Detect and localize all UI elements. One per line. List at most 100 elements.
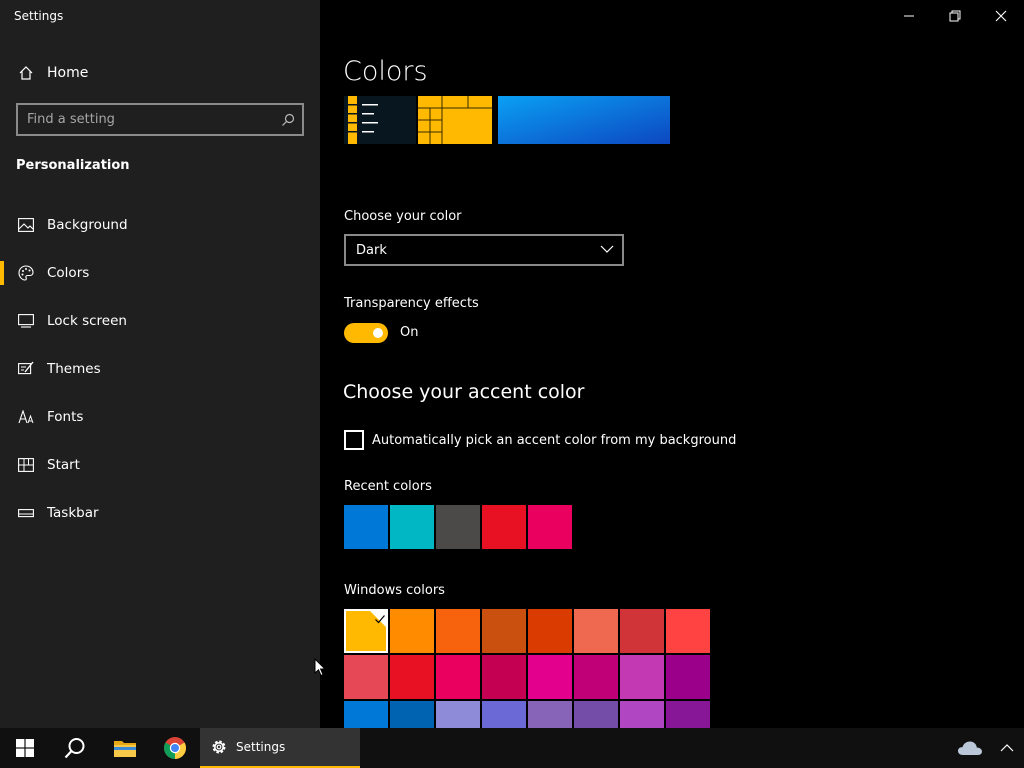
sidebar-item-background[interactable]: Background: [0, 201, 320, 249]
recent-colors-grid: [344, 505, 712, 551]
fonts-icon: [16, 407, 36, 427]
color-swatch[interactable]: [390, 701, 434, 728]
transparency-state: On: [400, 325, 419, 340]
color-swatch[interactable]: [344, 701, 388, 728]
show-hidden-icons-button[interactable]: [990, 728, 1024, 768]
sidebar-nav: Background Colors Lock screen Themes Fon…: [0, 201, 320, 537]
palette-icon: [16, 263, 36, 283]
color-swatch[interactable]: [666, 655, 710, 699]
transparency-label: Transparency effects: [344, 296, 479, 311]
choose-color-label: Choose your color: [344, 209, 462, 224]
color-swatch[interactable]: [574, 701, 618, 728]
home-link[interactable]: Home: [16, 63, 88, 83]
windows-logo-icon: [16, 739, 34, 757]
section-title: Personalization: [16, 158, 130, 173]
color-swatch[interactable]: [482, 505, 526, 549]
start-button[interactable]: [0, 728, 50, 768]
color-swatch[interactable]: [344, 609, 388, 653]
sidebar-item-fonts[interactable]: Fonts: [0, 393, 320, 441]
sidebar-item-lock-screen[interactable]: Lock screen: [0, 297, 320, 345]
sidebar-item-start[interactable]: Start: [0, 441, 320, 489]
color-swatch[interactable]: [390, 505, 434, 549]
sidebar-item-taskbar[interactable]: Taskbar: [0, 489, 320, 537]
taskbar: Settings: [0, 728, 1024, 768]
color-swatch[interactable]: [344, 655, 388, 699]
sidebar-item-label: Start: [47, 457, 80, 473]
search-icon: [64, 738, 85, 759]
sidebar-item-themes[interactable]: Themes: [0, 345, 320, 393]
color-swatch[interactable]: [528, 655, 572, 699]
color-swatch[interactable]: [482, 655, 526, 699]
color-swatch[interactable]: [436, 655, 480, 699]
sidebar-item-label: Colors: [47, 265, 90, 281]
color-swatch[interactable]: [344, 505, 388, 549]
minimize-button[interactable]: [886, 0, 932, 32]
color-swatch[interactable]: [390, 655, 434, 699]
color-swatch[interactable]: [666, 609, 710, 653]
restore-icon: [949, 10, 961, 22]
sidebar-item-label: Lock screen: [47, 313, 127, 329]
taskbar-search-button[interactable]: [50, 728, 100, 768]
sidebar: Settings Home Personalization Background…: [0, 0, 320, 728]
page-title: Colors: [343, 56, 428, 87]
system-tray: [950, 728, 1024, 768]
main-panel: Colors Choose your color Dark Transparen…: [320, 0, 1024, 728]
color-swatch[interactable]: [528, 609, 572, 653]
start-icon: [16, 455, 36, 475]
auto-accent-option[interactable]: Automatically pick an accent color from …: [344, 430, 736, 450]
gear-icon: [210, 738, 228, 756]
color-swatch[interactable]: [390, 609, 434, 653]
choose-color-dropdown[interactable]: Dark: [344, 234, 624, 266]
color-swatch[interactable]: [528, 701, 572, 728]
mouse-cursor-icon: [314, 657, 327, 681]
home-label: Home: [47, 65, 89, 81]
close-button[interactable]: [978, 0, 1024, 32]
color-swatch[interactable]: [666, 701, 710, 728]
auto-accent-checkbox[interactable]: [344, 430, 364, 450]
color-swatch[interactable]: [574, 609, 618, 653]
search-box[interactable]: [16, 103, 304, 136]
color-swatch[interactable]: [528, 505, 572, 549]
onedrive-button[interactable]: [950, 728, 990, 768]
folder-icon: [114, 741, 136, 757]
taskbar-settings-app[interactable]: Settings: [200, 728, 360, 768]
themes-icon: [16, 359, 36, 379]
image-icon: [16, 215, 36, 235]
cloud-icon: [958, 741, 982, 755]
sidebar-item-label: Themes: [47, 361, 101, 377]
restore-button[interactable]: [932, 0, 978, 32]
close-icon: [995, 10, 1007, 22]
chevron-down-icon: [600, 242, 614, 260]
windows-colors-label: Windows colors: [344, 583, 445, 598]
home-icon: [16, 63, 36, 83]
search-icon[interactable]: [274, 106, 302, 134]
toggle-knob: [373, 328, 383, 338]
sidebar-item-colors[interactable]: Colors: [0, 249, 320, 297]
color-swatch[interactable]: [620, 701, 664, 728]
app-title: Settings: [14, 9, 64, 23]
choose-color-value: Dark: [356, 242, 387, 258]
search-input[interactable]: [18, 112, 274, 127]
transparency-toggle[interactable]: [344, 323, 388, 343]
chrome-button[interactable]: [150, 728, 200, 768]
taskbar-app-label: Settings: [236, 740, 286, 754]
sidebar-item-label: Fonts: [47, 409, 84, 425]
color-swatch[interactable]: [436, 701, 480, 728]
taskbar-icon: [16, 503, 36, 523]
color-swatch[interactable]: [436, 505, 480, 549]
color-swatch[interactable]: [620, 655, 664, 699]
color-preview: [344, 96, 672, 144]
checkmark-icon: [374, 610, 386, 629]
accent-heading: Choose your accent color: [343, 381, 585, 403]
color-swatch[interactable]: [620, 609, 664, 653]
windows-colors-grid: [344, 609, 712, 728]
sidebar-item-label: Background: [47, 217, 128, 233]
color-swatch[interactable]: [482, 701, 526, 728]
minimize-icon: [904, 15, 914, 17]
chevron-up-icon: [1000, 744, 1014, 752]
color-swatch[interactable]: [436, 609, 480, 653]
color-swatch[interactable]: [482, 609, 526, 653]
file-explorer-button[interactable]: [100, 728, 150, 768]
color-swatch[interactable]: [574, 655, 618, 699]
recent-colors-label: Recent colors: [344, 479, 432, 494]
